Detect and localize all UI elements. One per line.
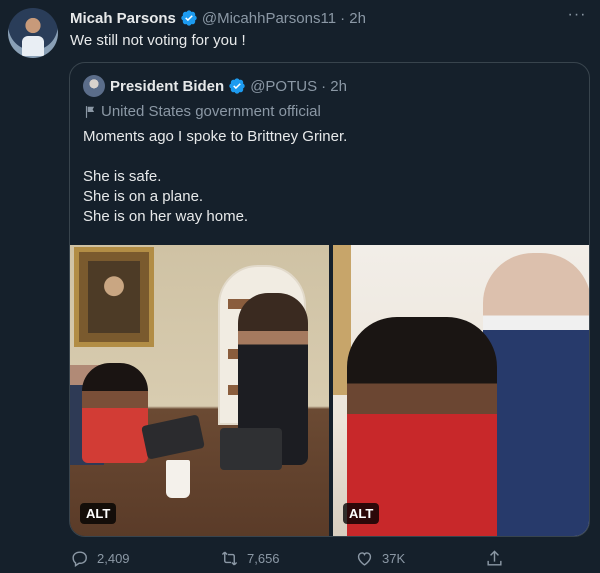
- desk-phone: [220, 428, 282, 470]
- quoted-tweet[interactable]: President Biden @POTUS · 2h United State…: [69, 62, 590, 537]
- reply-icon: [72, 550, 87, 567]
- flag-icon: [85, 105, 95, 118]
- seated-figure: [82, 363, 148, 463]
- tweet-time[interactable]: · 2h: [340, 10, 366, 27]
- retweet-icon: [221, 551, 238, 565]
- verified-badge-icon: [229, 78, 245, 94]
- author-name[interactable]: Micah Parsons: [70, 10, 176, 27]
- government-label-text: United States government official: [101, 103, 321, 120]
- quoted-author-avatar: [83, 75, 105, 97]
- coffee-cup: [166, 460, 190, 498]
- action-bar: 2,409 7,656 37K: [70, 547, 510, 569]
- embrace-photo[interactable]: ALT: [333, 245, 589, 536]
- quoted-text-line: Moments ago I spoke to Brittney Griner.: [83, 128, 348, 145]
- quoted-header: President Biden @POTUS · 2h: [110, 75, 347, 97]
- retweet-button[interactable]: 7,656: [220, 549, 280, 568]
- quoted-text-line: She is on a plane.: [83, 188, 204, 205]
- verified-badge-icon: [181, 10, 197, 26]
- share-icon: [487, 549, 502, 566]
- author-handle[interactable]: @MicahhParsons11: [202, 10, 336, 27]
- desk-phone: [141, 414, 205, 460]
- portrait-painting: [88, 261, 140, 333]
- tweet[interactable]: Micah Parsons @MicahhParsons11 · 2h ··· …: [0, 0, 600, 573]
- like-button[interactable]: 37K: [355, 549, 405, 568]
- share-button[interactable]: [485, 549, 504, 568]
- oval-office-photo[interactable]: ALT: [70, 245, 329, 536]
- tweet-text: We still not voting for you !: [70, 32, 246, 49]
- author-avatar[interactable]: [8, 8, 58, 58]
- media-grid: ALT ALT: [70, 245, 589, 536]
- quoted-author-handle: @POTUS: [250, 77, 318, 95]
- heart-icon: [357, 551, 372, 566]
- government-label[interactable]: United States government official: [83, 103, 321, 120]
- more-icon[interactable]: ···: [566, 6, 588, 26]
- quoted-text-line: She is safe.: [83, 168, 162, 185]
- quoted-text-line: She is on her way home.: [83, 208, 249, 225]
- tweet-header: Micah Parsons @MicahhParsons11 · 2h: [70, 8, 366, 28]
- retweet-count: 7,656: [247, 550, 280, 566]
- reply-count: 2,409: [97, 550, 130, 566]
- quoted-tweet-text: Moments ago I spoke to Brittney Griner. …: [83, 127, 347, 227]
- reply-button[interactable]: 2,409: [70, 549, 130, 568]
- like-count: 37K: [382, 550, 406, 566]
- quoted-tweet-time: · 2h: [321, 77, 347, 95]
- alt-badge[interactable]: ALT: [80, 503, 117, 524]
- quoted-text-line: [83, 147, 347, 167]
- standing-figure: [483, 253, 589, 536]
- alt-badge[interactable]: ALT: [343, 503, 380, 524]
- quoted-author-name: President Biden: [110, 77, 225, 95]
